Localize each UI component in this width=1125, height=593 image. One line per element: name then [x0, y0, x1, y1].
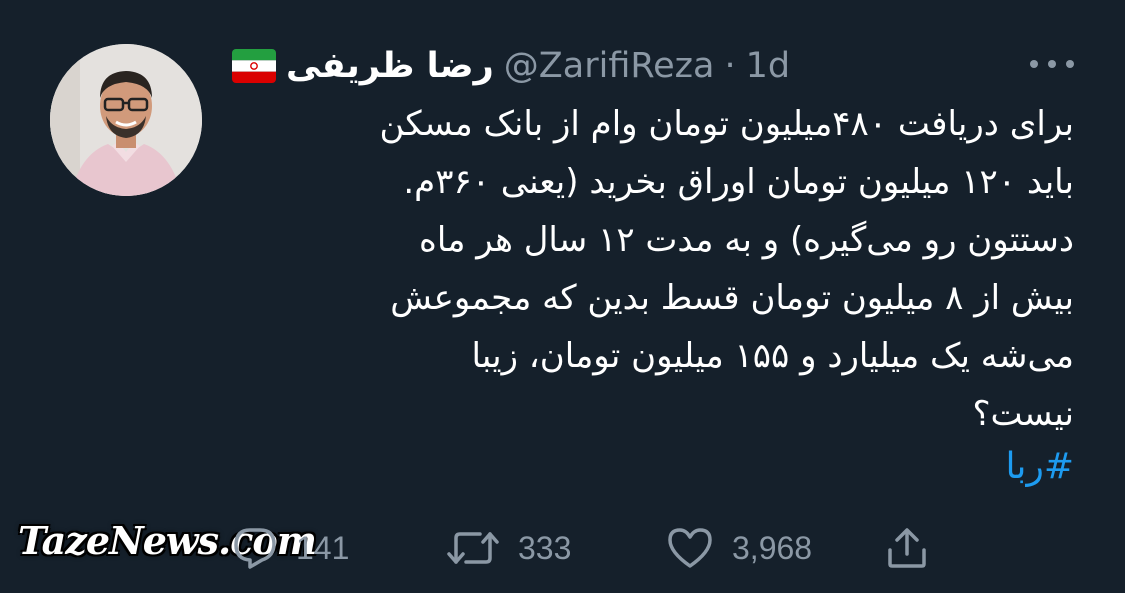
tweet-line: بیش از ۸ میلیون تومان قسط بدین که مجموعش	[390, 278, 1074, 318]
reply-button[interactable]: 141	[232, 522, 349, 574]
retweet-icon	[446, 526, 500, 570]
avatar-image	[50, 44, 202, 196]
timestamp[interactable]: 1d	[746, 46, 791, 86]
tweet-header: رضا ظریفی @ZarifiReza · 1d	[232, 40, 790, 92]
reply-count: 141	[296, 529, 350, 566]
retweet-count: 333	[518, 529, 572, 566]
like-button[interactable]: 3,968	[666, 522, 812, 574]
retweet-button[interactable]: 333	[446, 522, 571, 574]
tweet-line: می‌شه یک میلیارد و ۱۵۵ میلیون تومان، زیب…	[471, 336, 1074, 376]
display-name[interactable]: رضا ظریفی	[286, 46, 494, 86]
tweet-line: نیست؟	[972, 394, 1075, 434]
share-icon	[884, 526, 930, 570]
reply-icon	[232, 526, 278, 570]
like-count: 3,968	[732, 529, 813, 566]
tweet-line: دستتون رو می‌گیره) و به مدت ۱۲ سال هر ما…	[419, 220, 1074, 260]
user-handle[interactable]: @ZarifiReza	[504, 46, 715, 86]
avatar[interactable]	[50, 44, 202, 196]
tweet-line: برای دریافت ۴۸۰میلیون تومان وام از بانک …	[379, 104, 1074, 144]
tweet-text: برای دریافت ۴۸۰میلیون تومان وام از بانک …	[232, 95, 1074, 443]
iran-flag-icon	[232, 49, 276, 83]
hashtag-link[interactable]: #ربا	[1005, 446, 1074, 498]
separator-dot: ·	[724, 46, 736, 86]
more-icon[interactable]	[1030, 52, 1074, 76]
tweet-line: باید ۱۲۰ میلیون تومان اوراق بخرید (یعنی …	[403, 162, 1074, 202]
share-button[interactable]	[884, 522, 930, 574]
like-icon	[666, 526, 714, 570]
